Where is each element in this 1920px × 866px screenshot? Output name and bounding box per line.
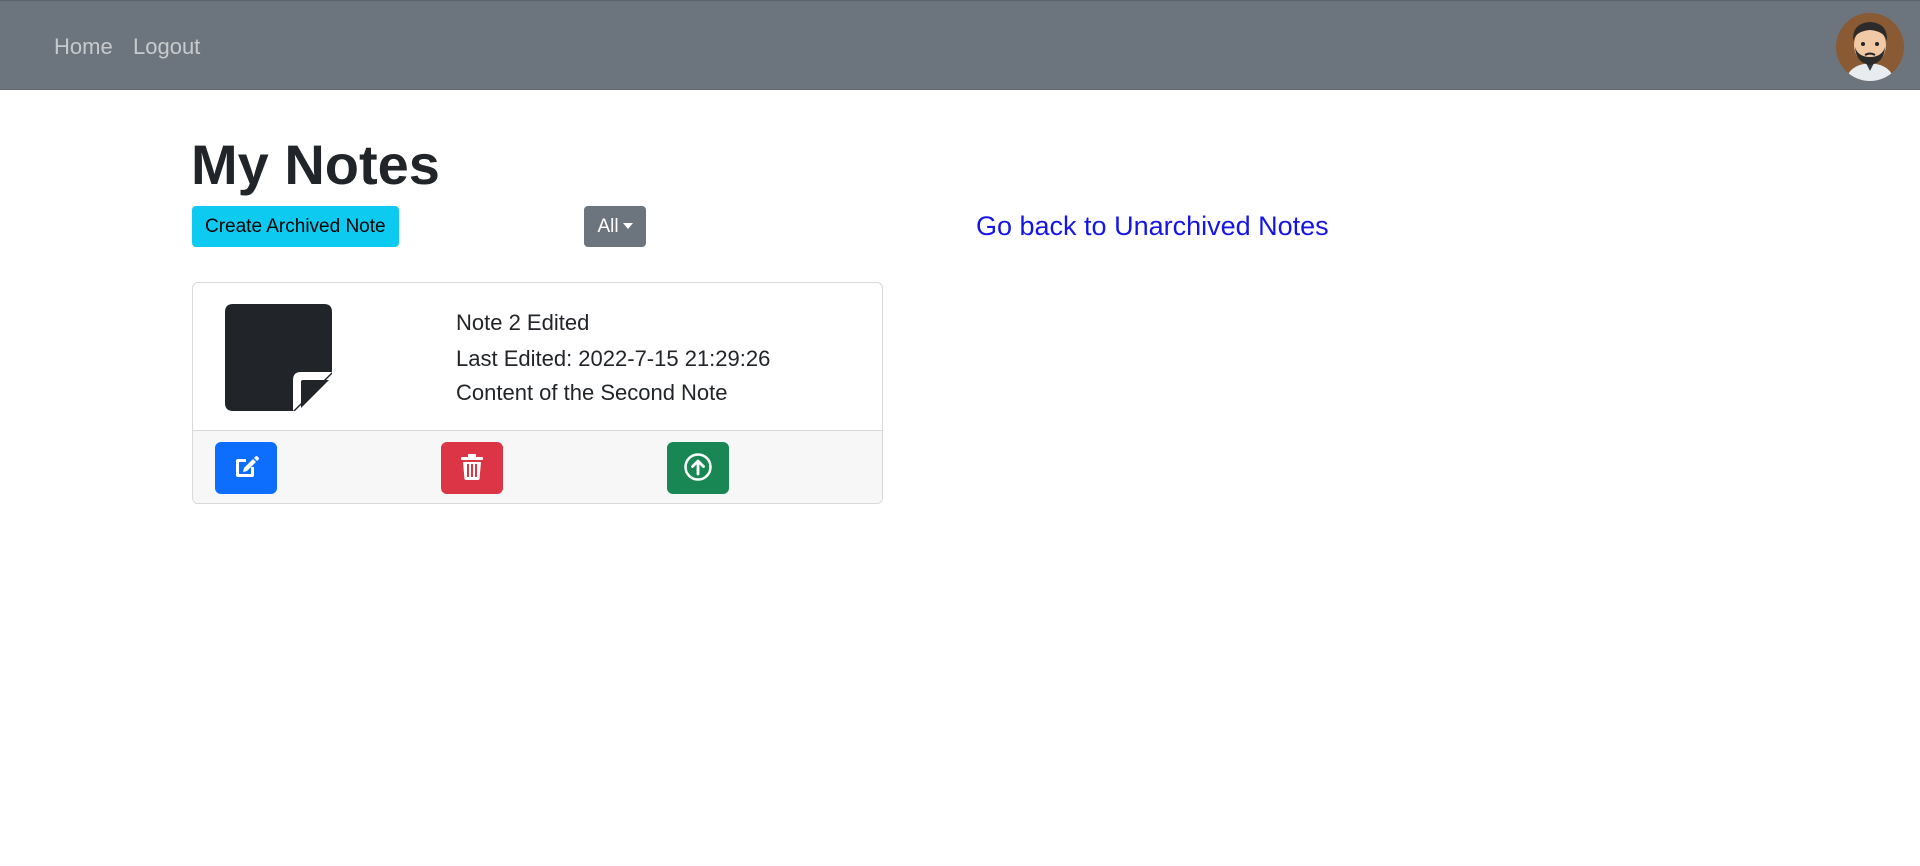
filter-dropdown-button[interactable]: All [584,206,646,247]
nav-home-link[interactable]: Home [54,34,113,60]
unarchive-note-button[interactable] [667,442,729,494]
note-title: Note 2 Edited [456,310,590,335]
filter-selected-label: All [597,216,619,237]
note-last-edited: Last Edited: 2022-7-15 21:29:26 [456,346,771,371]
top-navbar: Home Logout [0,0,1920,90]
sticky-note-icon [225,304,332,411]
edit-note-button[interactable] [215,442,277,494]
delete-note-button[interactable] [441,442,503,494]
caret-down-icon [622,223,633,229]
edit-icon [232,453,260,484]
create-archived-note-button[interactable]: Create Archived Note [192,206,399,247]
trash-icon [459,453,485,484]
note-content: Content of the Second Note [456,380,728,405]
back-to-unarchived-link[interactable]: Go back to Unarchived Notes [976,211,1329,242]
arrow-up-circle-icon [683,452,713,485]
note-card-body: Note 2 Edited Last Edited: 2022-7-15 21:… [193,283,882,430]
note-card-footer [193,430,882,503]
page-title: My Notes [191,133,440,196]
user-avatar-icon[interactable] [1836,13,1904,81]
note-card: Note 2 Edited Last Edited: 2022-7-15 21:… [192,282,883,504]
nav-logout-link[interactable]: Logout [133,34,200,60]
